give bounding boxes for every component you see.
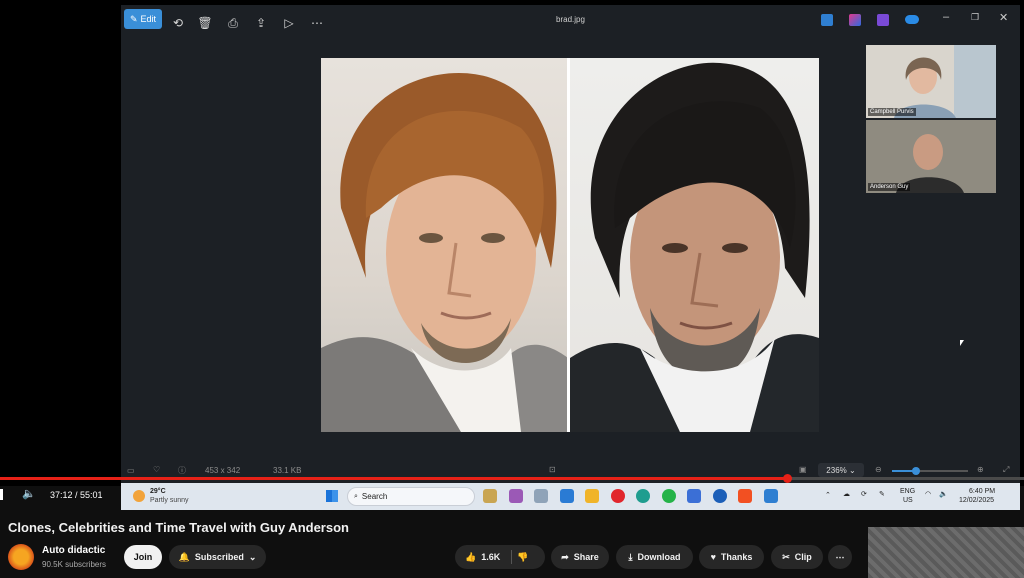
zoom-slider[interactable] xyxy=(892,467,968,475)
crop-icon[interactable]: ⊡ xyxy=(549,465,556,474)
clock-time: 6:40 PM xyxy=(969,488,996,495)
app-icon[interactable] xyxy=(713,489,727,503)
filmstrip-icon[interactable]: ▭ xyxy=(127,466,135,475)
whatsapp-icon[interactable] xyxy=(662,489,676,503)
download-icon: ⤓ xyxy=(628,551,633,562)
dislike-icon[interactable]: 👎 xyxy=(517,552,528,563)
video-player[interactable]: ✎ Edit ⟲ 🗑 ⎙ ⇪ ▷ ⋯ brad.jpg – ❐ ✕ Campbe… xyxy=(0,0,1024,486)
maximize-icon[interactable]: ❐ xyxy=(971,12,979,23)
app-icon[interactable] xyxy=(534,489,548,503)
portrait-right xyxy=(570,62,819,432)
channel-name[interactable]: Auto didactic xyxy=(42,545,105,556)
app-icon[interactable] xyxy=(821,14,833,26)
ad-thumbnail[interactable] xyxy=(868,527,1024,578)
like-count[interactable]: 1.6K xyxy=(481,552,500,562)
thanks-button[interactable]: ♥ Thanks xyxy=(699,545,764,569)
opera-icon[interactable] xyxy=(611,489,625,503)
close-icon[interactable]: ✕ xyxy=(999,11,1008,24)
taskbar-search[interactable]: ⌕ Search xyxy=(347,487,475,506)
next-icon[interactable] xyxy=(0,489,3,500)
portrait-left xyxy=(321,73,568,432)
time-display: 37:12 / 55:01 xyxy=(50,490,103,500)
zoom-in-icon[interactable]: ⊕ xyxy=(977,465,984,474)
dimensions-text: 453 x 342 xyxy=(205,466,241,475)
onedrive-icon[interactable] xyxy=(905,15,919,24)
thanks-icon: ♥ xyxy=(710,552,716,562)
chevron-up-icon[interactable]: ⌃ xyxy=(825,491,831,499)
pen-icon[interactable]: ✎ xyxy=(879,490,885,498)
mouse-cursor xyxy=(960,340,964,346)
info-icon[interactable]: ⓘ xyxy=(178,465,186,476)
taskview-icon[interactable] xyxy=(483,489,497,503)
explorer-icon[interactable] xyxy=(585,489,599,503)
zoom-out-icon[interactable]: ⊖ xyxy=(875,465,882,474)
thanks-label: Thanks xyxy=(720,552,753,562)
windows-taskbar: 29°C Partly sunny ⌕ Search ⌃ ☁ ⟳ ✎ ENG U… xyxy=(121,483,1020,510)
wifi-icon[interactable]: ◠ xyxy=(925,490,931,498)
file-size-text: 33.1 KB xyxy=(273,466,302,475)
chevron-down-icon: ⌄ xyxy=(248,551,257,562)
clipchamp-icon[interactable] xyxy=(877,14,889,26)
join-button[interactable]: Join xyxy=(124,545,162,569)
volume-icon[interactable]: 🔈 xyxy=(22,487,36,500)
store-icon[interactable] xyxy=(560,489,574,503)
subscribed-button[interactable]: 🔔 Subscribed ⌄ xyxy=(169,545,266,569)
clock-date: 12/02/2025 xyxy=(959,497,995,504)
weather-temp: 29°C xyxy=(150,488,166,495)
image-divider xyxy=(567,58,570,432)
share-icon: ➦ xyxy=(561,551,569,562)
sync-icon[interactable]: ⟳ xyxy=(861,490,867,498)
app-icon[interactable] xyxy=(687,489,701,503)
search-placeholder: Search xyxy=(361,492,388,501)
subscriber-count: 90.5K subscribers xyxy=(42,560,107,569)
progress-fill xyxy=(0,477,788,480)
clip-label: Clip xyxy=(794,552,812,562)
participant-name: Anderson Guy xyxy=(868,183,911,191)
more-icon: ⋯ xyxy=(835,551,845,562)
player-controls: 🔈 37:12 / 55:01 xyxy=(0,484,120,506)
photos-icon[interactable] xyxy=(764,489,778,503)
photo-image xyxy=(321,58,819,432)
fullscreen-icon[interactable]: ⤢ xyxy=(1003,465,1009,475)
participant-name: Campbell Purvis xyxy=(868,108,916,116)
bell-icon: 🔔 xyxy=(178,551,190,562)
language-code[interactable]: ENG xyxy=(900,488,915,495)
scissors-icon: ✂ xyxy=(782,551,790,562)
like-dislike-group: 👍 1.6K 👎 xyxy=(455,545,545,569)
designer-icon[interactable] xyxy=(849,14,861,26)
participant-video: Anderson Guy xyxy=(866,120,996,193)
zoom-value: 236% xyxy=(826,465,847,475)
windows-start-icon[interactable] xyxy=(326,490,338,502)
zoom-slider-thumb[interactable] xyxy=(912,467,920,475)
join-label: Join xyxy=(133,552,153,562)
weather-desc: Partly sunny xyxy=(150,497,189,504)
favorite-icon[interactable]: ♡ xyxy=(153,465,160,474)
fit-icon[interactable]: ▣ xyxy=(799,465,807,474)
subscribed-label: Subscribed xyxy=(194,552,244,562)
like-divider xyxy=(511,550,513,564)
brave-icon[interactable] xyxy=(738,489,752,503)
more-actions-button[interactable]: ⋯ xyxy=(828,545,852,569)
weather-icon[interactable] xyxy=(133,490,145,502)
search-icon: ⌕ xyxy=(354,492,358,500)
region-code: US xyxy=(903,497,913,504)
share-button[interactable]: ➦ Share xyxy=(551,545,609,569)
clip-button[interactable]: ✂ Clip xyxy=(771,545,823,569)
edge-icon[interactable] xyxy=(636,489,650,503)
share-label: Share xyxy=(573,552,599,562)
download-button[interactable]: ⤓ Download xyxy=(616,545,693,569)
download-label: Download xyxy=(637,552,681,562)
zoom-select[interactable]: 236% ⌄ xyxy=(818,463,864,477)
photos-app-window: ✎ Edit ⟲ 🗑 ⎙ ⇪ ▷ ⋯ brad.jpg – ❐ ✕ Campbe… xyxy=(121,5,1020,483)
speaker-icon[interactable]: 🔈 xyxy=(939,490,948,498)
participant-video: Campbell Purvis xyxy=(866,45,996,118)
video-title: Clones, Celebrities and Time Travel with… xyxy=(8,520,349,535)
minimize-icon[interactable]: – xyxy=(943,11,949,23)
like-icon[interactable]: 👍 xyxy=(465,552,476,563)
channel-avatar[interactable] xyxy=(8,544,34,570)
copilot-icon[interactable] xyxy=(509,489,523,503)
progress-bar[interactable] xyxy=(0,474,1024,483)
cloud-icon[interactable]: ☁ xyxy=(843,490,850,498)
